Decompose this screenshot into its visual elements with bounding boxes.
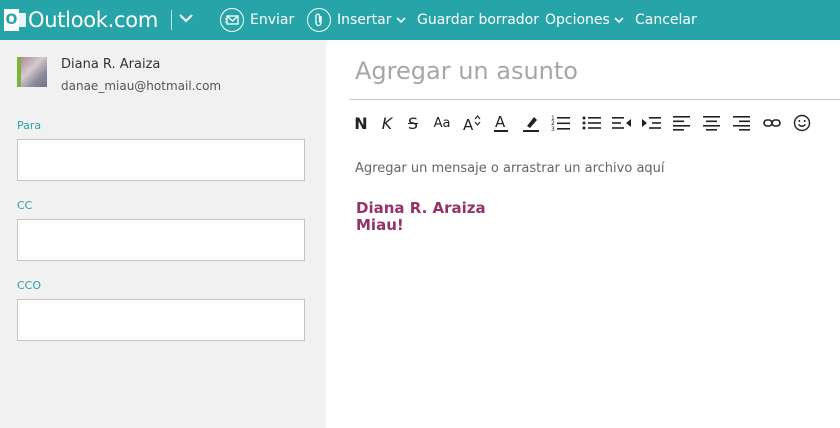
signature-name: Diana R. Araiza xyxy=(356,199,486,217)
cancel-button[interactable]: Cancelar xyxy=(635,0,697,40)
bcc-label: CCO xyxy=(17,279,42,292)
insert-menu-button[interactable]: Insertar xyxy=(307,0,406,40)
cancel-label: Cancelar xyxy=(635,12,697,28)
cc-field[interactable] xyxy=(17,219,305,261)
emoji-icon[interactable] xyxy=(792,112,812,134)
chevron-down-icon xyxy=(395,17,406,24)
decrease-indent-icon[interactable] xyxy=(612,112,632,134)
send-icon xyxy=(220,8,244,32)
message-body-input[interactable]: Agregar un mensaje o arrastrar un archiv… xyxy=(355,161,665,176)
strikethrough-button[interactable]: S xyxy=(405,112,421,134)
align-left-icon[interactable] xyxy=(672,112,692,134)
font-size-icon[interactable]: A xyxy=(462,112,482,134)
font-face-button[interactable]: Aa xyxy=(432,112,452,134)
brand-name: Outlook.com xyxy=(28,8,158,32)
options-menu-button[interactable]: Opciones xyxy=(545,0,624,40)
align-center-icon[interactable] xyxy=(702,112,722,134)
bold-button[interactable]: N xyxy=(353,112,369,134)
subject-divider xyxy=(349,99,840,100)
svg-text:3: 3 xyxy=(551,126,555,132)
chevron-down-icon[interactable] xyxy=(178,9,194,29)
align-right-icon[interactable] xyxy=(732,112,752,134)
outlook-logo-icon: O xyxy=(4,7,26,33)
insert-label: Insertar xyxy=(337,12,392,28)
cc-label: CC xyxy=(17,199,33,212)
numbered-list-icon[interactable]: 123 xyxy=(551,112,571,134)
signature-tagline: Miau! xyxy=(356,216,404,234)
bcc-field[interactable] xyxy=(17,299,305,341)
save-draft-label: Guardar borrador xyxy=(417,12,539,28)
avatar[interactable] xyxy=(17,57,47,87)
to-label: Para xyxy=(17,119,42,132)
svg-text:A: A xyxy=(495,113,506,131)
italic-button[interactable]: K xyxy=(380,112,394,134)
to-field[interactable] xyxy=(17,139,305,181)
bullet-list-icon[interactable] xyxy=(582,112,602,134)
top-bar: O Outlook.com Enviar Insertar Guardar bo… xyxy=(0,0,840,40)
sender-email: danae_miau@hotmail.com xyxy=(61,79,222,93)
link-icon[interactable] xyxy=(762,112,782,134)
recipients-pane: Diana R. Araiza danae_miau@hotmail.com P… xyxy=(0,40,326,428)
brand-divider xyxy=(171,10,172,30)
outlook-logo[interactable]: O Outlook.com xyxy=(4,6,158,34)
increase-indent-icon[interactable] xyxy=(642,112,662,134)
send-button[interactable]: Enviar xyxy=(220,0,294,40)
send-label: Enviar xyxy=(250,12,295,28)
chevron-down-icon xyxy=(614,17,624,24)
options-label: Opciones xyxy=(545,12,610,28)
highlight-icon[interactable] xyxy=(521,112,541,134)
paperclip-icon xyxy=(307,8,331,32)
sender-name: Diana R. Araiza xyxy=(61,57,161,72)
font-color-icon[interactable]: A xyxy=(492,112,510,134)
save-draft-button[interactable]: Guardar borrador xyxy=(417,0,539,40)
svg-text:A: A xyxy=(463,116,474,132)
subject-input[interactable]: Agregar un asunto xyxy=(355,57,578,85)
